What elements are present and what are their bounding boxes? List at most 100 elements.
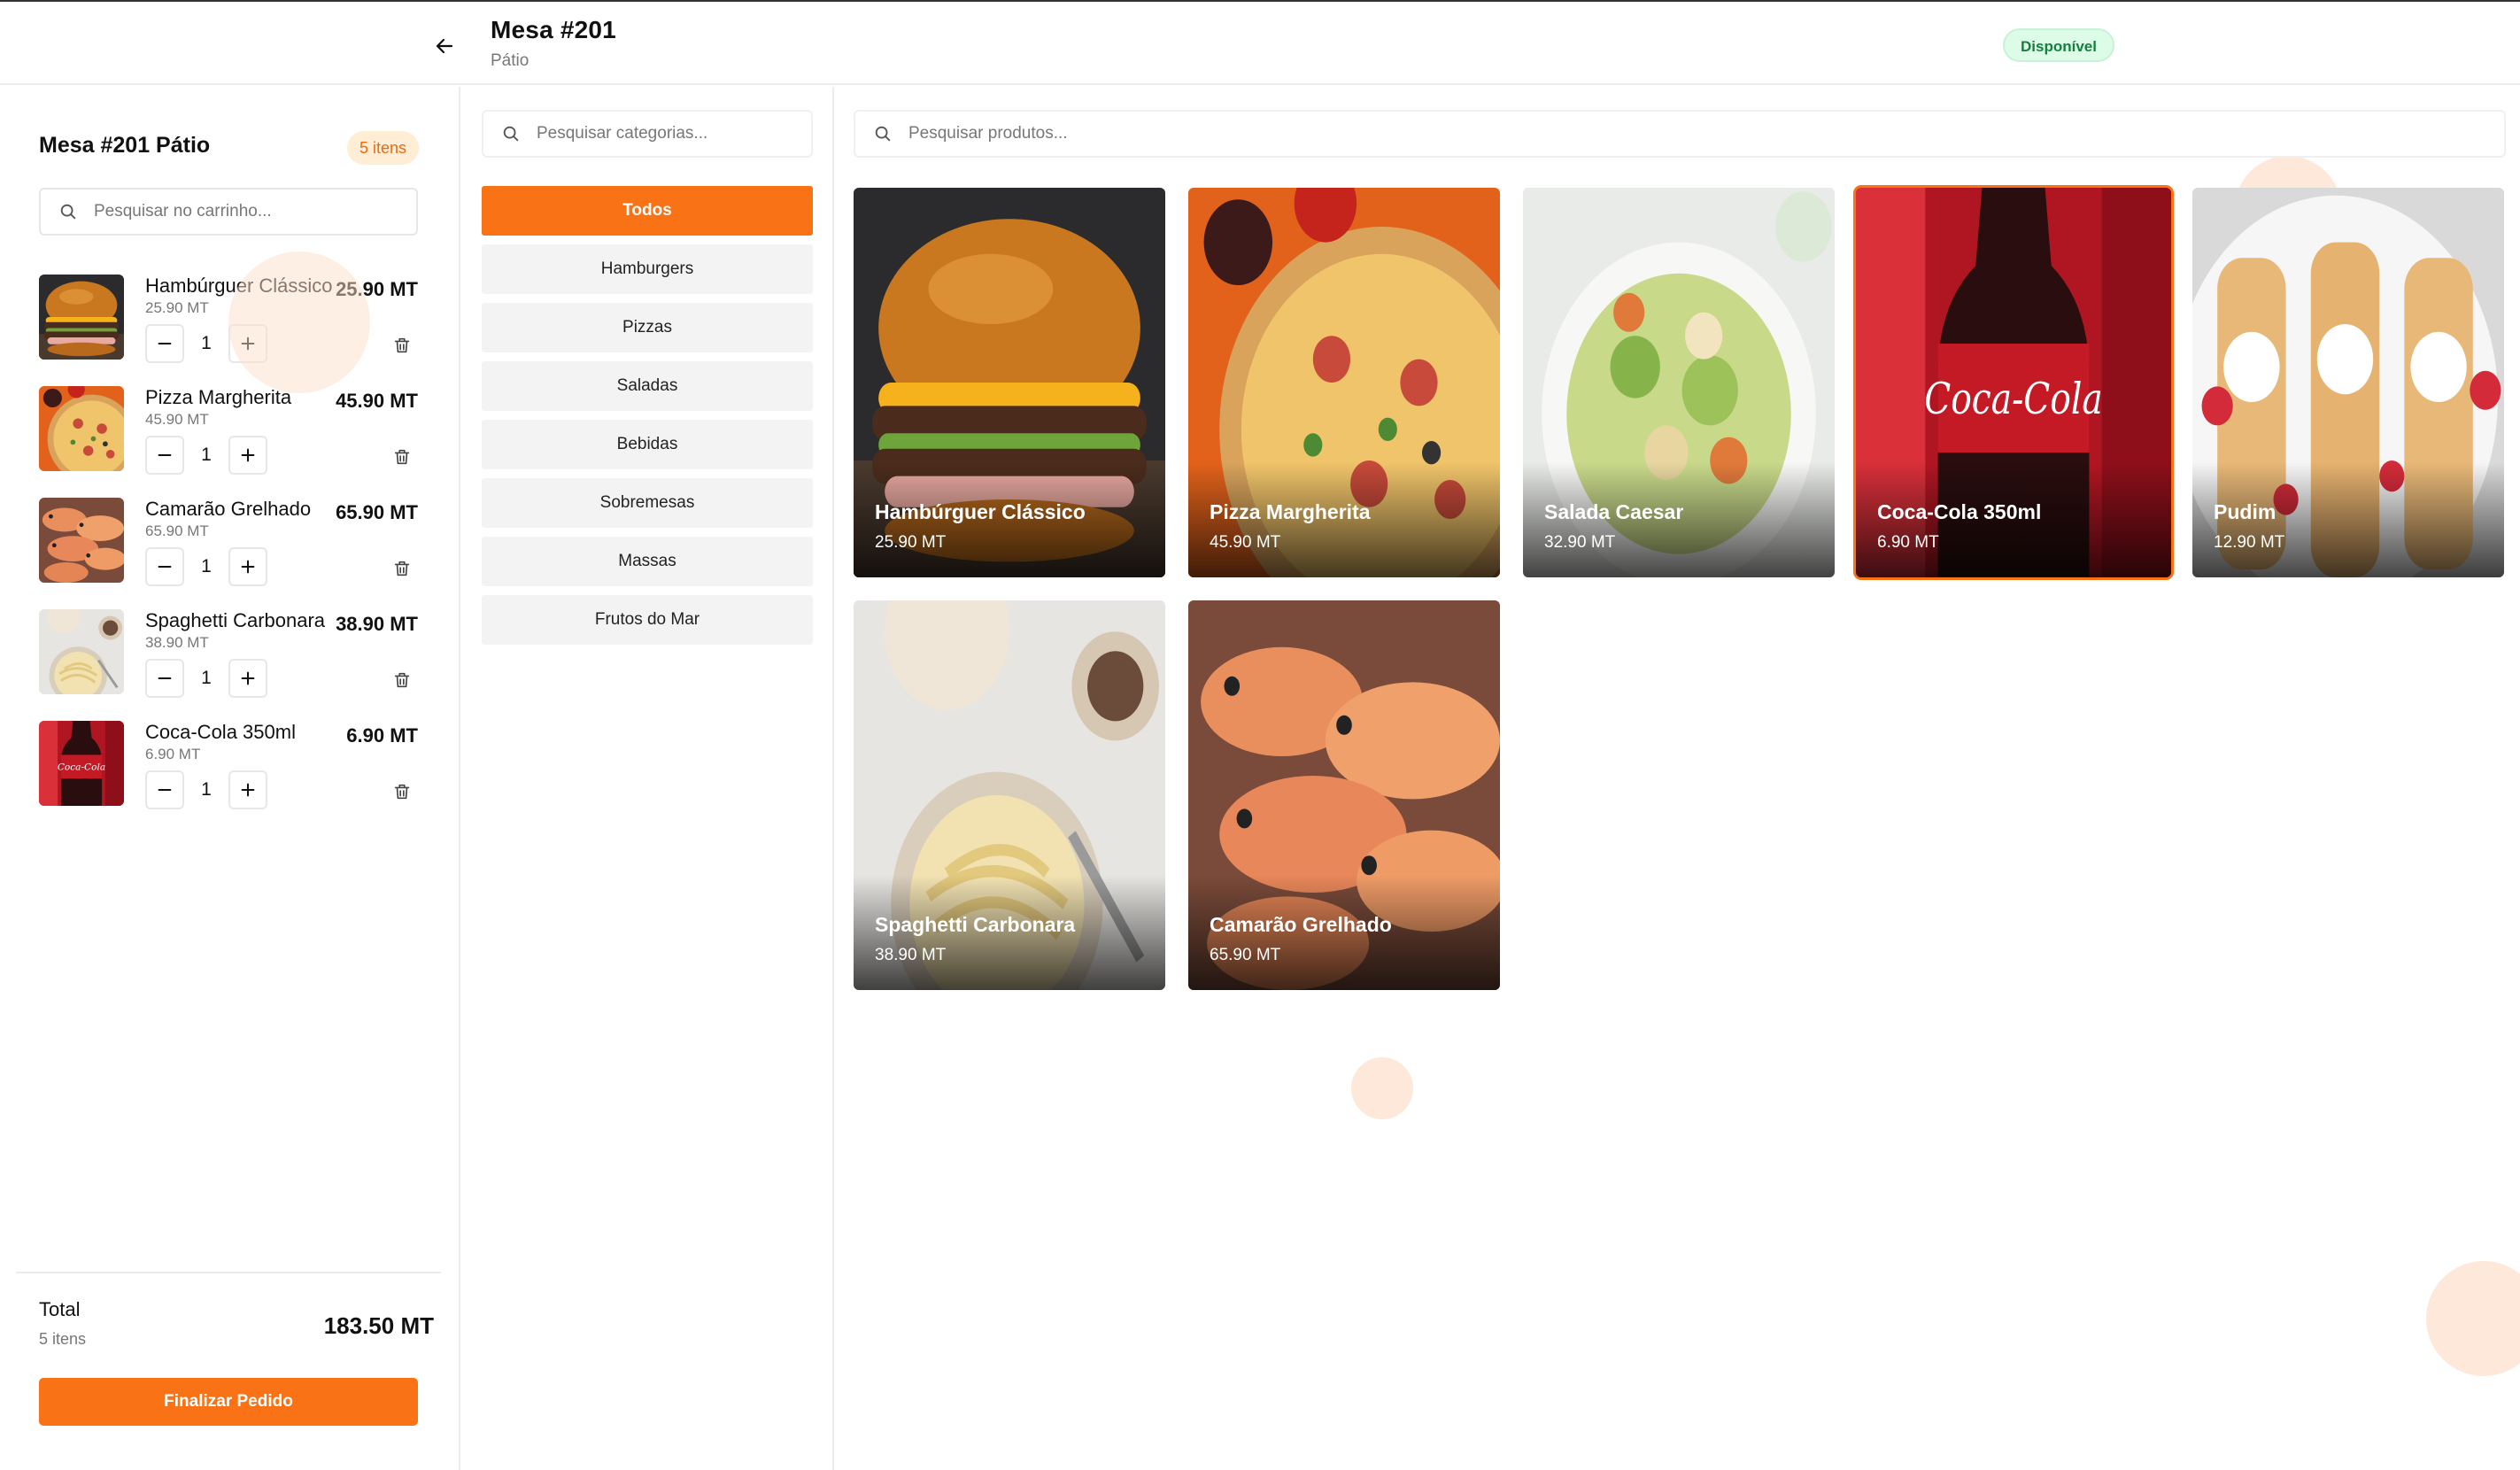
- remove-item-button[interactable]: [390, 779, 414, 804]
- cart-item-unit-price: 65.90 MT: [145, 522, 209, 539]
- cart-search-input[interactable]: [94, 202, 381, 221]
- product-price: 6.90 MT: [1877, 533, 1939, 552]
- minus-icon: [158, 788, 172, 792]
- remove-item-button[interactable]: [390, 668, 414, 692]
- product-price: 38.90 MT: [875, 946, 947, 964]
- decorative-blob: [2426, 1261, 2520, 1376]
- category-item[interactable]: Saladas: [482, 361, 813, 411]
- category-item[interactable]: Pizzas: [482, 303, 813, 352]
- categories-panel: Todos Hamburgers Pizzas Saladas Bebidas Sobre…: [462, 87, 834, 1470]
- product-card[interactable]: Hambúrguer Clássico 25.90 MT: [854, 188, 1165, 577]
- burger-image: [39, 275, 124, 360]
- product-price: 25.90 MT: [875, 533, 947, 552]
- increase-quantity-button[interactable]: [228, 547, 267, 586]
- pos-app: Mesa #201 Pátio Disponível Mesa #201 Pát…: [0, 0, 2520, 1470]
- product-name: Pizza Margherita: [1210, 500, 1371, 523]
- product-name: Camarão Grelhado: [1210, 913, 1392, 936]
- cart-item-total: 45.90 MT: [336, 390, 418, 412]
- cart-item-thumbnail: [39, 386, 124, 471]
- product-name: Salada Caesar: [1544, 500, 1684, 523]
- category-item[interactable]: Bebidas: [482, 420, 813, 469]
- cart-search: [39, 188, 418, 236]
- product-card[interactable]: Spaghetti Carbonara 38.90 MT: [854, 600, 1165, 990]
- cart-item: Camarão Grelhado 65.90 MT 65.90 MT 1: [39, 498, 418, 609]
- minus-icon: [158, 677, 172, 680]
- cart-item-unit-price: 45.90 MT: [145, 411, 209, 428]
- cart-item-total: 65.90 MT: [336, 501, 418, 523]
- remove-item-button[interactable]: [390, 333, 414, 358]
- quantity-value: 1: [201, 668, 212, 688]
- trash-icon: [394, 784, 410, 800]
- cart-footer: Total 5 itens 183.50 MT Finalizar Pedido: [16, 1272, 441, 1426]
- total-value: 183.50 MT: [323, 1312, 434, 1339]
- svg-text:Coca-Cola: Coca-Cola: [1924, 375, 2102, 424]
- category-search-input[interactable]: [537, 124, 785, 143]
- cart-item-name: Pizza Margherita: [145, 386, 292, 408]
- increase-quantity-button[interactable]: [228, 659, 267, 698]
- status-badge: Disponível: [2003, 28, 2114, 62]
- cart-item-name: Coca-Cola 350ml: [145, 721, 296, 743]
- page-title: Mesa #201: [491, 16, 616, 43]
- product-card[interactable]: Pudim 12.90 MT: [2192, 188, 2504, 577]
- decrease-quantity-button[interactable]: [145, 324, 184, 363]
- cart-item-unit-price: 25.90 MT: [145, 299, 209, 316]
- decrease-quantity-button[interactable]: [145, 436, 184, 475]
- cart-panel: Mesa #201 Pátio 5 itens Hambúrguer Cláss…: [0, 87, 460, 1470]
- cart-item-total: 38.90 MT: [336, 613, 418, 635]
- product-price: 45.90 MT: [1210, 533, 1281, 552]
- product-name: Coca-Cola 350ml: [1877, 500, 2042, 523]
- product-card[interactable]: Camarão Grelhado 65.90 MT: [1188, 600, 1500, 990]
- increase-quantity-button[interactable]: [228, 436, 267, 475]
- total-count: 5 itens: [39, 1330, 87, 1348]
- product-name: Hambúrguer Clássico: [875, 500, 1086, 523]
- product-card[interactable]: Pizza Margherita 45.90 MT: [1188, 188, 1500, 577]
- total-label: Total: [39, 1298, 81, 1320]
- increase-quantity-button[interactable]: [228, 770, 267, 809]
- cart-item-total: 6.90 MT: [346, 724, 418, 747]
- trash-icon: [394, 672, 410, 688]
- category-item[interactable]: Todos: [482, 186, 813, 236]
- product-search-input[interactable]: [908, 124, 2214, 143]
- cart-item-thumbnail: [39, 275, 124, 360]
- minus-icon: [158, 453, 172, 457]
- cart-count-badge: 5 itens: [347, 131, 420, 165]
- shrimp-image: [39, 498, 124, 583]
- category-item[interactable]: Hamburgers: [482, 244, 813, 294]
- product-price: 32.90 MT: [1544, 533, 1616, 552]
- search-icon: [60, 204, 76, 220]
- arrow-left-icon: [436, 38, 453, 54]
- product-card[interactable]: Salada Caesar 32.90 MT: [1523, 188, 1835, 577]
- page-subtitle: Pátio: [491, 51, 530, 70]
- category-item[interactable]: Frutos do Mar: [482, 595, 813, 645]
- decrease-quantity-button[interactable]: [145, 770, 184, 809]
- quantity-value: 1: [201, 445, 212, 465]
- cart-item: Coca-Cola Coca-Cola 350ml 6.90 MT 6.90 MT 1: [39, 721, 418, 832]
- decrease-quantity-button[interactable]: [145, 547, 184, 586]
- cart-item: Pizza Margherita 45.90 MT 45.90 MT 1: [39, 386, 418, 498]
- category-item[interactable]: Massas: [482, 537, 813, 586]
- product-search: [854, 110, 2506, 158]
- product-price: 12.90 MT: [2214, 533, 2285, 552]
- remove-item-button[interactable]: [390, 556, 414, 581]
- product-card[interactable]: Coca-Cola Coca-Cola 350ml 6.90 MT: [1853, 185, 2174, 580]
- decrease-quantity-button[interactable]: [145, 659, 184, 698]
- product-name: Spaghetti Carbonara: [875, 913, 1076, 936]
- cart-title: Mesa #201 Pátio: [39, 133, 211, 158]
- remove-item-button[interactable]: [390, 445, 414, 469]
- trash-icon: [394, 337, 410, 353]
- cart-item-unit-price: 6.90 MT: [145, 746, 201, 762]
- quantity-stepper: 1: [145, 436, 267, 475]
- minus-icon: [158, 565, 172, 569]
- category-list: Todos Hamburgers Pizzas Saladas Bebidas Sobre…: [482, 186, 813, 654]
- cart-item-name: Camarão Grelhado: [145, 498, 312, 520]
- pasta-image: [39, 609, 124, 694]
- back-button[interactable]: [429, 30, 460, 62]
- trash-icon: [394, 561, 410, 576]
- quantity-stepper: 1: [145, 770, 267, 809]
- product-price: 65.90 MT: [1210, 946, 1281, 964]
- finalize-order-button[interactable]: Finalizar Pedido: [39, 1378, 418, 1426]
- category-item[interactable]: Sobremesas: [482, 478, 813, 528]
- search-icon: [503, 126, 519, 142]
- cart-item-thumbnail: [39, 609, 124, 694]
- cart-item-unit-price: 38.90 MT: [145, 634, 209, 651]
